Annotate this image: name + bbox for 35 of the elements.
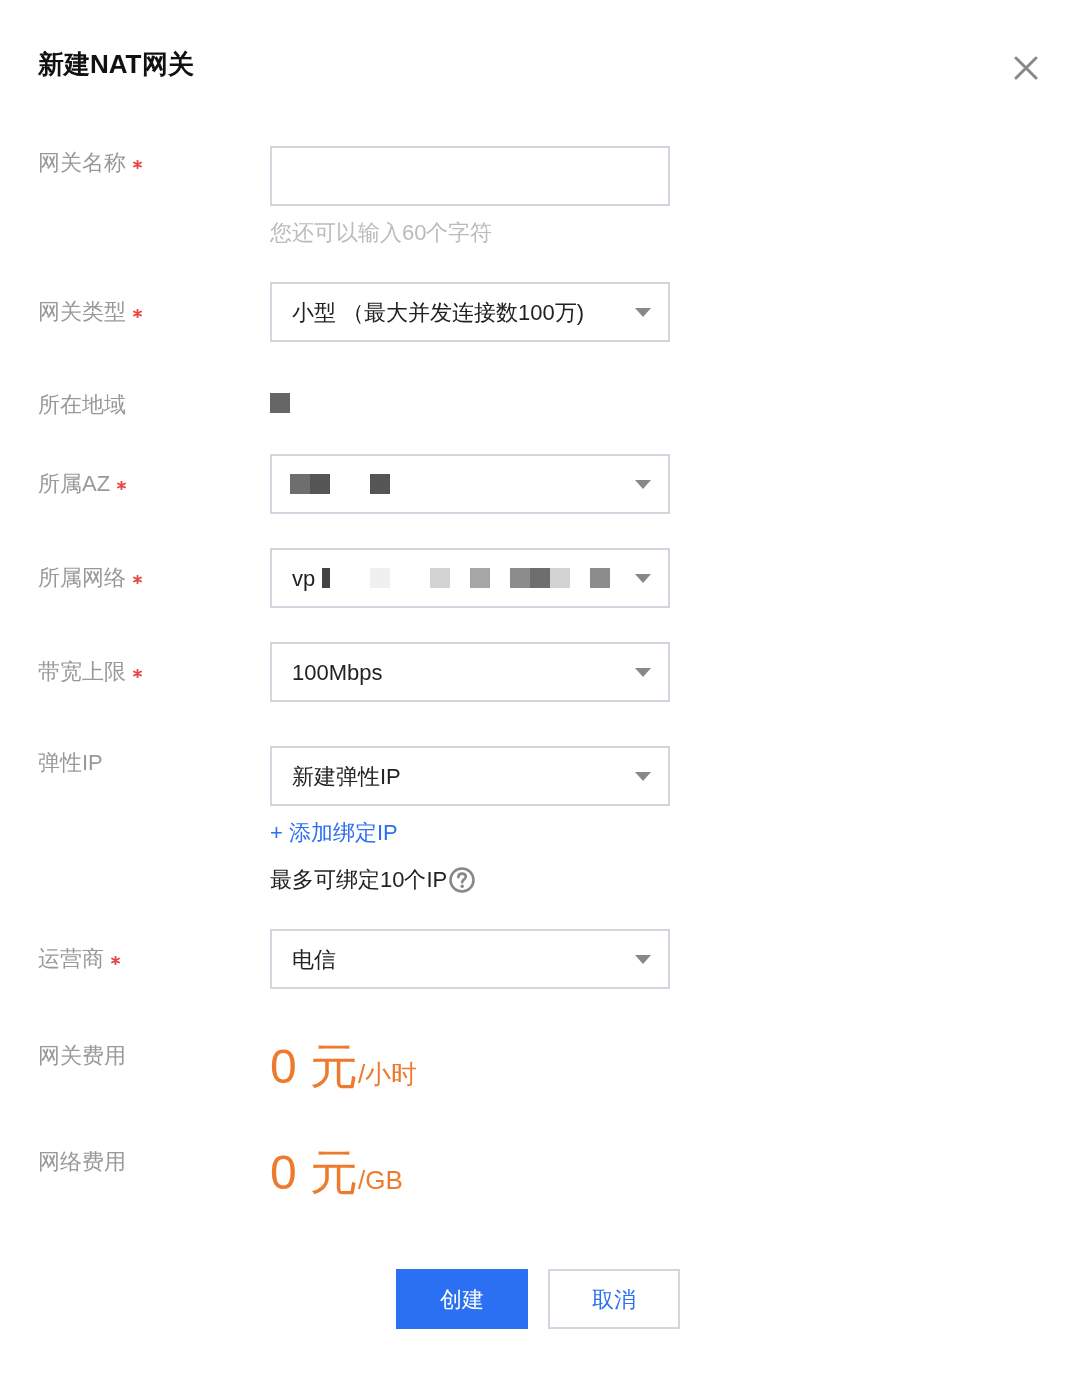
help-icon[interactable] (449, 867, 476, 893)
text-input-field[interactable] (270, 146, 670, 206)
field-label: 网关费用 (38, 1042, 126, 1070)
caret-icon (635, 479, 651, 489)
price-unit: /GB (358, 1165, 403, 1195)
dropdown[interactable]: 小型 （最大并发连接数100万) (270, 282, 670, 342)
field-label: 运营商 (38, 945, 104, 973)
field-label: 所属AZ (38, 470, 111, 498)
dropdown[interactable]: 电信 (270, 929, 670, 989)
note-text: 最多可绑定10个IP (270, 866, 448, 894)
cancel-button[interactable]: 取消 (548, 1269, 680, 1329)
field-label: 所在地域 (38, 391, 126, 419)
dropdown[interactable]: 新建弹性IP (270, 746, 670, 806)
dropdown[interactable]: vp (270, 548, 670, 608)
price-amount: 0 元 (270, 1039, 359, 1095)
field-label: 网关名称 (38, 149, 126, 177)
caret-icon (635, 307, 651, 317)
hint-text: 您还可以输入60个字符 (270, 219, 493, 247)
field-label: 网关类型 (38, 298, 126, 326)
caret-icon (635, 667, 651, 677)
dropdown[interactable]: 100Mbps (270, 642, 670, 702)
close-icon[interactable] (1014, 56, 1038, 80)
caret-icon (635, 954, 651, 964)
price-amount: 0 元 (270, 1145, 359, 1201)
dropdown[interactable] (270, 454, 670, 514)
field-label: 网络费用 (38, 1148, 126, 1176)
field-label: 所属网络 (38, 564, 126, 592)
field-label: 弹性IP (38, 749, 103, 777)
caret-icon (635, 771, 651, 781)
dialog-title: 新建NAT网关 (38, 48, 194, 81)
field-label: 带宽上限 (38, 658, 126, 686)
add-ip-link[interactable]: + 添加绑定IP (270, 818, 398, 848)
price-unit: /小时 (358, 1059, 418, 1089)
create-button[interactable]: 创建 (396, 1269, 528, 1329)
caret-icon (635, 573, 651, 583)
